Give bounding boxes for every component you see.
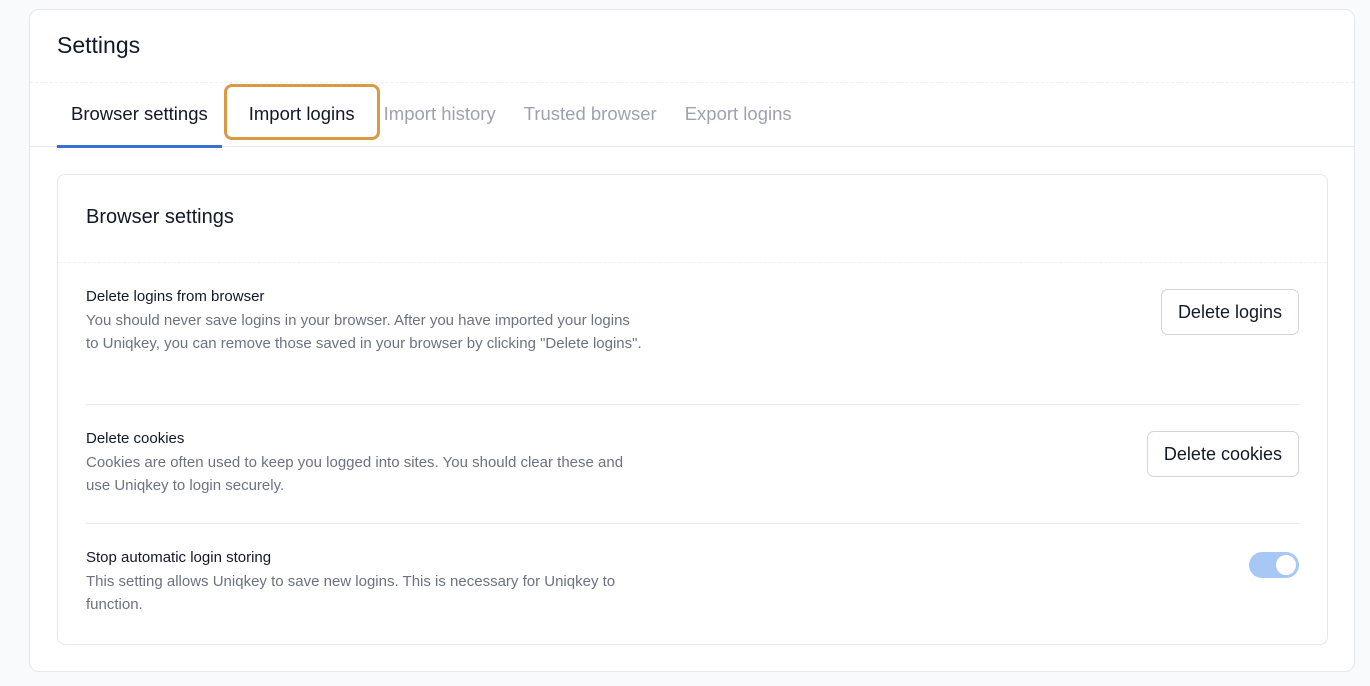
setting-title: Stop automatic login storing: [86, 549, 272, 566]
settings-card: Settings Browser settings Import logins …: [29, 9, 1355, 672]
setting-text: Delete cookies Cookies are often used to…: [86, 430, 646, 497]
tab-bar: Browser settings Import logins Import hi…: [30, 83, 1354, 148]
setting-title: Delete logins from browser: [86, 288, 265, 305]
browser-settings-panel: Browser settings Delete logins from brow…: [57, 174, 1328, 645]
tab-import-history[interactable]: Import history: [382, 83, 510, 147]
setting-delete-logins: Delete logins from browser You should ne…: [86, 263, 1299, 405]
setting-description: Cookies are often used to keep you logge…: [86, 454, 624, 494]
tab-trusted-browser[interactable]: Trusted browser: [510, 83, 671, 147]
panel-title: Browser settings: [86, 206, 234, 228]
delete-logins-button[interactable]: Delete logins: [1160, 289, 1299, 335]
login-storing-toggle[interactable]: [1249, 552, 1299, 578]
setting-title: Delete cookies: [86, 430, 185, 447]
tab-browser-settings[interactable]: Browser settings: [57, 83, 222, 148]
toggle-knob: [1276, 555, 1296, 575]
delete-cookies-button[interactable]: Delete cookies: [1146, 431, 1299, 477]
page-title: Settings: [57, 32, 141, 58]
setting-stop-login-storing: Stop automatic login storing This settin…: [86, 524, 1299, 642]
setting-text: Stop automatic login storing This settin…: [86, 549, 646, 616]
setting-delete-cookies: Delete cookies Cookies are often used to…: [86, 405, 1299, 524]
setting-text: Delete logins from browser You should ne…: [86, 288, 646, 355]
tab-import-logins[interactable]: Import logins: [223, 84, 380, 140]
tab-export-logins[interactable]: Export logins: [671, 83, 806, 147]
page-header: Settings: [30, 10, 1354, 83]
panel-header: Browser settings: [58, 175, 1327, 263]
setting-description: You should never save logins in your bro…: [86, 312, 642, 352]
setting-description: This setting allows Uniqkey to save new …: [86, 573, 616, 613]
